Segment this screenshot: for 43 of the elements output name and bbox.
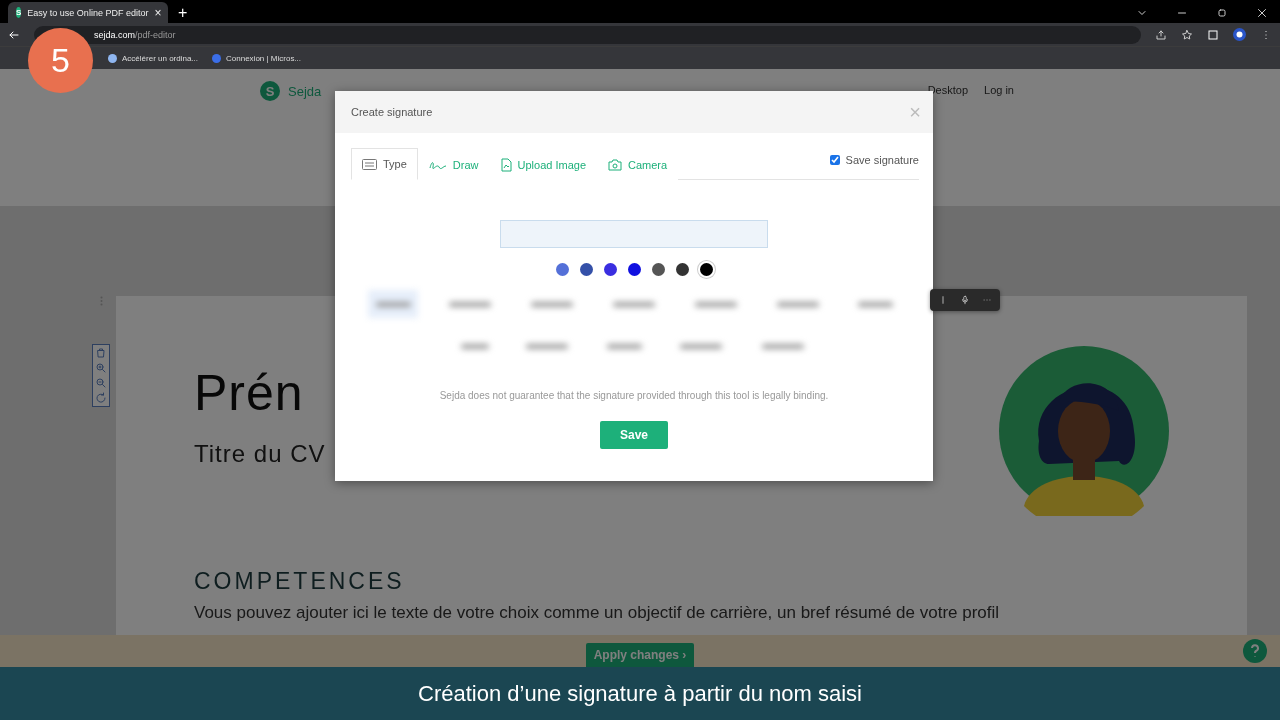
star-icon[interactable]	[1181, 28, 1193, 41]
camera-icon	[608, 158, 623, 171]
close-icon[interactable]	[1256, 7, 1268, 19]
color-swatch[interactable]	[579, 263, 593, 276]
zoom-in-icon[interactable]	[95, 362, 107, 374]
side-panel-icon[interactable]	[1207, 28, 1219, 41]
save-signature-checkbox[interactable]: Save signature	[829, 154, 919, 172]
checkbox[interactable]	[829, 155, 840, 165]
color-swatch[interactable]	[627, 263, 641, 276]
color-swatch[interactable]	[555, 263, 569, 276]
signature-scribble-icon	[428, 159, 447, 170]
nav-link[interactable]: Log in	[984, 84, 1014, 96]
new-tab-button[interactable]: +	[178, 2, 188, 23]
color-swatch[interactable]	[699, 263, 713, 276]
trash-icon[interactable]	[95, 347, 107, 359]
keyboard-icon	[362, 158, 377, 170]
bookmark-link[interactable]: Connexion | Micros...	[212, 53, 302, 63]
tab-title: Easy to use Online PDF editor	[27, 7, 149, 18]
color-swatch[interactable]	[651, 263, 665, 276]
resume-title: Titre du CV	[194, 440, 326, 468]
save-button[interactable]: Save	[600, 421, 668, 449]
sejda-favicon-icon: S	[16, 7, 22, 18]
image-file-icon	[500, 157, 512, 172]
microphone-icon[interactable]	[960, 294, 970, 306]
restore-icon[interactable]	[1216, 7, 1228, 19]
color-swatch[interactable]	[603, 263, 617, 276]
section-paragraph: Vous pouvez ajouter ici le texte de votre choix comme un objectif de carrière, un bref résumé de votre profil	[194, 603, 1000, 623]
address-field[interactable]: sejda.com/pdf-editor	[34, 25, 1141, 44]
share-icon[interactable]	[1155, 28, 1167, 41]
zoom-out-icon[interactable]	[95, 377, 107, 389]
bookmark-link[interactable]: Accélérer un ordina...	[108, 53, 199, 63]
section-heading: COMPETENCES	[194, 568, 405, 595]
signature-name-field[interactable]	[500, 220, 768, 248]
tab-close-button[interactable]: ×	[154, 5, 162, 20]
color-swatch[interactable]	[675, 263, 689, 276]
profile-avatar-icon[interactable]	[1233, 28, 1246, 41]
dialog-title: Create signature	[351, 106, 433, 118]
video-caption: Création d’une signature à partir du nom saisi	[0, 667, 1280, 720]
signature-tab[interactable]: Type	[351, 148, 418, 180]
browser-tab[interactable]: S Easy to use Online PDF editor ×	[8, 2, 168, 23]
legal-disclaimer: Sejda does not guarantee that the signature provided through this tool is legally binding.	[439, 390, 829, 401]
rotate-icon[interactable]	[95, 392, 107, 404]
resume-name: Prén	[194, 364, 304, 422]
